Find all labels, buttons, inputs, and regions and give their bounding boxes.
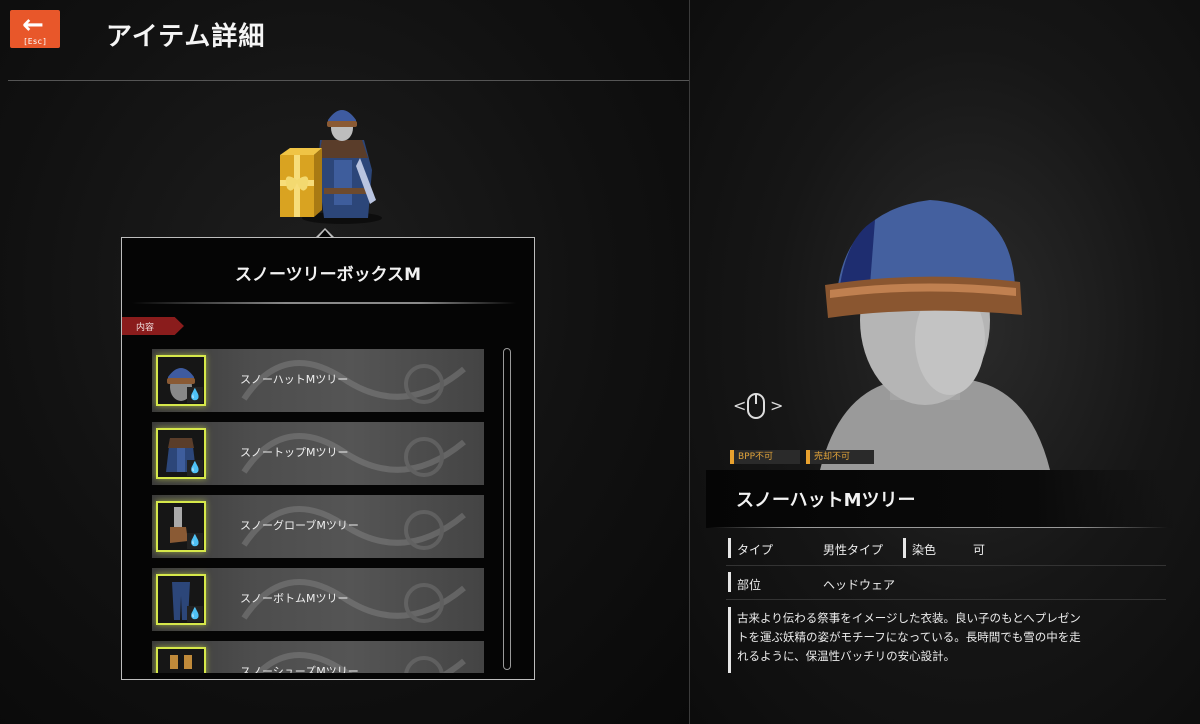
description-line: れるように、保温性バッチリの安心設計。 xyxy=(737,649,956,663)
gift-box-image xyxy=(280,110,382,224)
item-name: スノーボトムMツリー xyxy=(240,592,349,605)
mouse-rotate-icon: < > xyxy=(733,393,783,419)
item-description: 古来より伝わる祭事をイメージした衣装。良い子のもとへプレゼン トを運ぶ妖精の姿が… xyxy=(737,609,1107,666)
sell-restriction-badge: 売却不可 xyxy=(806,450,874,464)
hat-thumbnail-icon: 💧 xyxy=(156,355,206,406)
description-line: 古来より伝わる祭事をイメージした衣装。良い子のもとへプレゼン xyxy=(737,611,1081,625)
page-title: アイテム詳細 xyxy=(106,22,266,52)
title-divider xyxy=(8,80,689,81)
item-detail-pane: < > BPP不可 売却不可 スノーハットMツリー タイプ 男性タイプ 染色 可… xyxy=(690,0,1200,724)
list-scrollbar[interactable] xyxy=(503,348,511,670)
glove-thumbnail-icon: 💧 xyxy=(156,501,206,552)
type-label: タイプ xyxy=(737,543,774,557)
back-button[interactable]: ← [Esc] xyxy=(10,10,60,48)
prop-marker xyxy=(728,538,731,558)
svg-text:<: < xyxy=(733,396,746,415)
description-marker xyxy=(728,607,731,673)
detail-item-name: スノーハットMツリー xyxy=(736,490,916,511)
list-item[interactable]: 💧 スノーグローブMツリー xyxy=(152,495,484,558)
dye-drop-icon: 💧 xyxy=(187,533,203,549)
dye-drop-icon: 💧 xyxy=(187,387,203,403)
dye-drop-icon: 💧 xyxy=(187,606,203,622)
dye-label: 染色 xyxy=(912,543,937,557)
prop-marker xyxy=(728,572,731,592)
item-name: スノーシューズMツリー xyxy=(240,665,359,673)
row-divider xyxy=(726,599,1166,600)
box-contents-card: スノーツリーボックスM 内容 💧 スノーハットMツリー 💧 スノートップMツリー… xyxy=(121,237,535,680)
item-name: スノートップMツリー xyxy=(240,446,349,459)
shoes-thumbnail-icon: 💧 xyxy=(156,647,206,673)
item-name: スノーグローブMツリー xyxy=(240,519,359,532)
box-title: スノーツリーボックスM xyxy=(234,265,422,285)
dye-drop-icon: 💧 xyxy=(187,460,203,476)
contents-tag: 内容 xyxy=(122,317,184,335)
bottom-thumbnail-icon: 💧 xyxy=(156,574,206,625)
list-item[interactable]: 💧 スノートップMツリー xyxy=(152,422,484,485)
bpp-restriction-badge: BPP不可 xyxy=(730,450,800,464)
top-thumbnail-icon: 💧 xyxy=(156,428,206,479)
dye-value: 可 xyxy=(973,543,986,557)
list-item[interactable]: 💧 スノーボトムMツリー xyxy=(152,568,484,631)
detail-name-bar: スノーハットMツリー xyxy=(706,470,1176,528)
card-divider xyxy=(132,302,516,304)
type-value: 男性タイプ xyxy=(823,543,884,557)
slot-value: ヘッドウェア xyxy=(823,578,896,592)
contents-list[interactable]: 💧 スノーハットMツリー 💧 スノートップMツリー 💧 スノーグローブMツリー … xyxy=(152,349,486,673)
back-key-label: [Esc] xyxy=(22,37,48,46)
svg-text:>: > xyxy=(770,396,783,415)
row-divider xyxy=(726,565,1166,566)
list-item[interactable]: 💧 スノーシューズMツリー xyxy=(152,641,484,673)
description-line: トを運ぶ妖精の姿がモチーフになっている。長時間でも雪の中を走 xyxy=(737,630,1081,644)
back-arrow-icon: ← xyxy=(22,10,44,40)
item-name: スノーハットMツリー xyxy=(240,373,349,386)
item-list-pane: ← [Esc] アイテム詳細 スノーツリーボックスM 内容 💧 スノーハットMツ… xyxy=(0,0,689,724)
contents-tag-label: 内容 xyxy=(136,323,155,333)
hat-preview-model[interactable] xyxy=(820,190,1050,470)
detail-divider xyxy=(708,527,1168,528)
list-item[interactable]: 💧 スノーハットMツリー xyxy=(152,349,484,412)
slot-label: 部位 xyxy=(737,578,762,592)
prop-marker xyxy=(903,538,906,558)
